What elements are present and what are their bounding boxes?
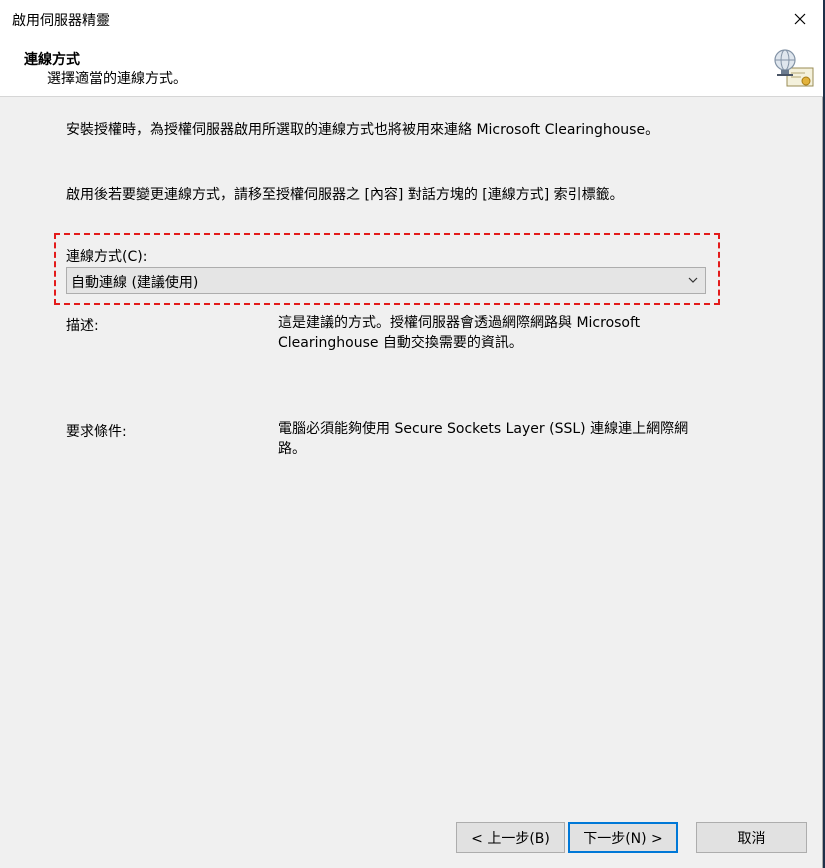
license-server-certificate-icon	[774, 49, 814, 87]
next-button[interactable]: 下一步(N) >	[568, 822, 678, 853]
requirements-text: 電腦必須能夠使用 Secure Sockets Layer (SSL) 連線連上…	[278, 421, 689, 457]
close-icon	[794, 13, 806, 25]
intro-line-2: 啟用後若要變更連線方式，請移至授權伺服器之 [內容] 對話方塊的 [連線方式] …	[66, 187, 624, 203]
description-label: 描述:	[66, 318, 99, 334]
connection-method-dropdown[interactable]: 自動連線 (建議使用)	[66, 267, 706, 294]
header-subtitle: 選擇適當的連線方式。	[47, 71, 187, 87]
title-bar: 啟用伺服器精靈	[0, 0, 823, 38]
close-button[interactable]	[777, 0, 823, 38]
wizard-header: 連線方式 選擇適當的連線方式。	[0, 38, 823, 97]
header-title: 連線方式	[24, 52, 80, 68]
activation-wizard-window: 啟用伺服器精靈 連線方式 選擇適當的連線方式。 安裝授權時，為授權伺服器啟用所選…	[0, 0, 823, 868]
connection-method-value: 自動連線 (建議使用)	[71, 275, 199, 291]
cancel-button[interactable]: 取消	[696, 822, 807, 853]
description-text: 這是建議的方式。授權伺服器會透過網際網路與 Microsoft Clearing…	[278, 315, 641, 351]
chevron-down-icon	[688, 277, 698, 283]
intro-line-1: 安裝授權時，為授權伺服器啟用所選取的連線方式也將被用來連絡 Microsoft …	[66, 122, 660, 138]
back-button[interactable]: < 上一步(B)	[456, 822, 565, 853]
connection-method-label: 連線方式(C):	[66, 249, 148, 265]
window-title: 啟用伺服器精靈	[12, 13, 110, 29]
requirements-label: 要求條件:	[66, 424, 127, 440]
